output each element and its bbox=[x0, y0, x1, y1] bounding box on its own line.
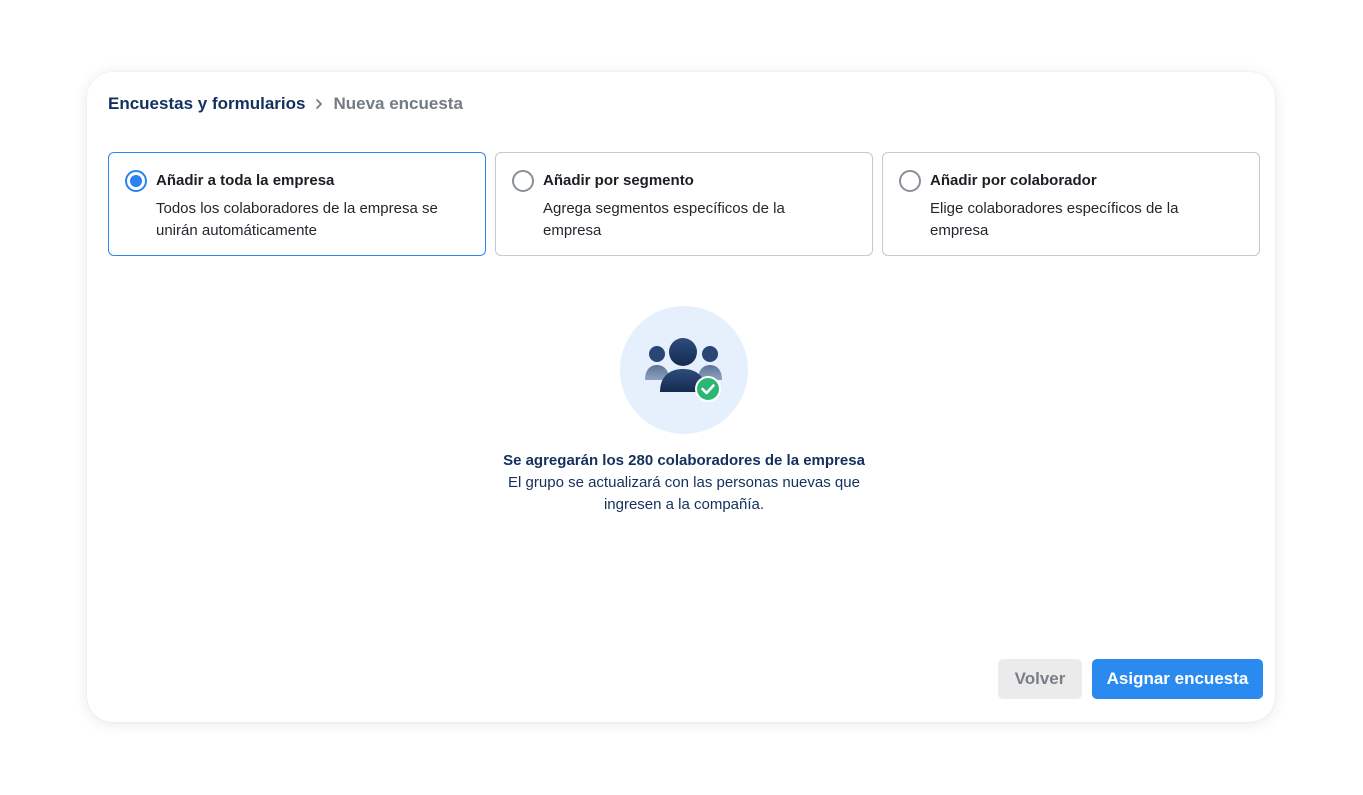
message-description: El grupo se actualizará con las personas… bbox=[508, 474, 860, 513]
option-title: Añadir por segmento bbox=[543, 172, 694, 189]
breadcrumb: Encuestas y formularios Nueva encuesta bbox=[108, 94, 463, 114]
option-description: Agrega segmentos específicos de la empre… bbox=[543, 200, 785, 239]
option-title: Añadir por colaborador bbox=[930, 172, 1097, 189]
message-title: Se agregarán los 280 colaboradores de la… bbox=[503, 452, 865, 469]
radio-unselected[interactable] bbox=[512, 170, 534, 192]
radio-unselected[interactable] bbox=[899, 170, 921, 192]
info-message: Se agregarán los 280 colaboradores de la… bbox=[481, 450, 887, 516]
users-group-check-icon bbox=[645, 338, 722, 402]
chevron-right-icon bbox=[305, 94, 333, 114]
assign-survey-button[interactable]: Asignar encuesta bbox=[1092, 659, 1263, 699]
option-whole-company[interactable]: Añadir a toda la empresa Todos los colab… bbox=[108, 152, 486, 256]
option-description: Todos los colaboradores de la empresa se… bbox=[156, 200, 438, 239]
option-by-employee[interactable]: Añadir por colaborador Elige colaborador… bbox=[882, 152, 1260, 256]
assignment-options: Añadir a toda la empresa Todos los colab… bbox=[108, 152, 1260, 256]
survey-assign-card: Encuestas y formularios Nueva encuesta A… bbox=[87, 72, 1275, 722]
option-description: Elige colaboradores específicos de la em… bbox=[930, 200, 1179, 239]
breadcrumb-current: Nueva encuesta bbox=[333, 94, 463, 113]
option-title: Añadir a toda la empresa bbox=[156, 172, 335, 189]
radio-selected[interactable] bbox=[125, 170, 147, 192]
option-by-segment[interactable]: Añadir por segmento Agrega segmentos esp… bbox=[495, 152, 873, 256]
back-button[interactable]: Volver bbox=[998, 659, 1082, 699]
users-group-illustration bbox=[620, 306, 748, 434]
breadcrumb-parent-link[interactable]: Encuestas y formularios bbox=[108, 94, 305, 114]
